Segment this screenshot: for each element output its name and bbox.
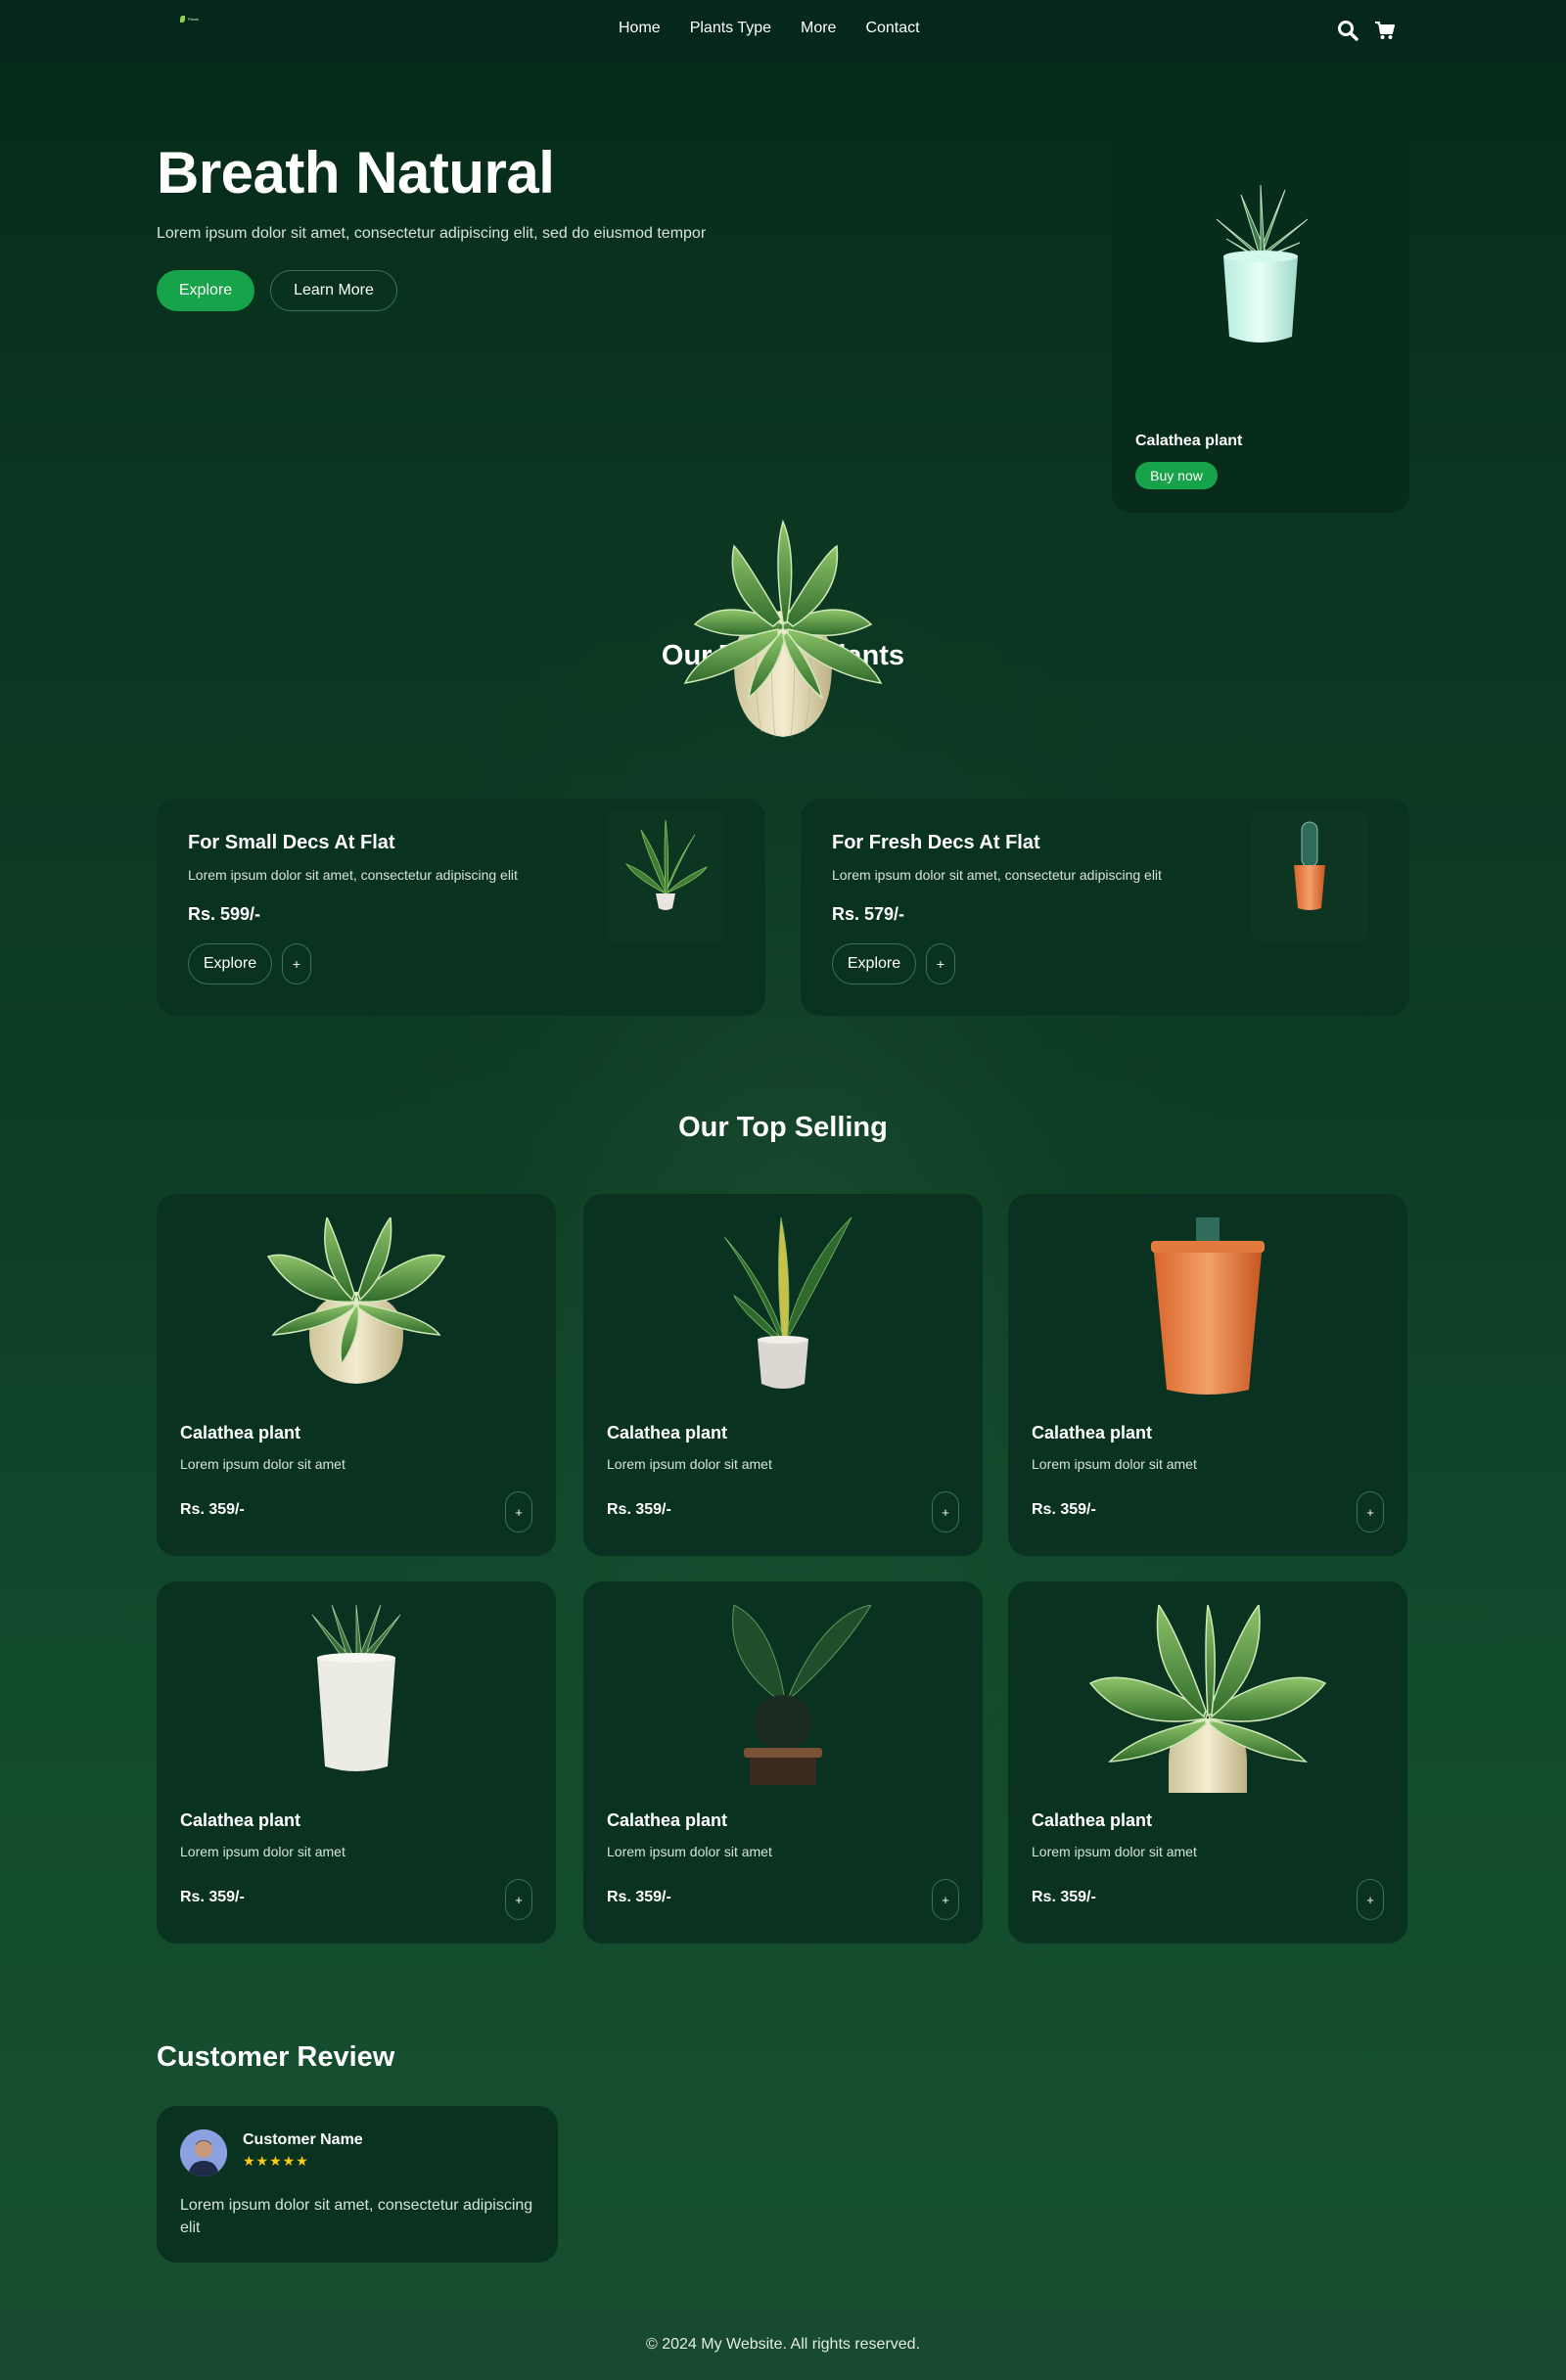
rating-stars: ★★★★★ — [243, 2153, 309, 2169]
product-desc: Lorem ipsum dolor sit amet — [607, 1456, 772, 1472]
product-price: Rs. 359/- — [180, 1501, 245, 1518]
trendy-explore-button[interactable]: Explore — [832, 943, 916, 984]
add-to-cart-button[interactable]: + — [932, 1879, 959, 1920]
product-card: Calathea plant Lorem ipsum dolor sit ame… — [583, 1194, 983, 1556]
product-image — [1032, 1605, 1384, 1793]
product-card: Calathea plant Lorem ipsum dolor sit ame… — [1008, 1194, 1407, 1556]
leaf-icon — [180, 16, 185, 23]
center-plant-image — [683, 519, 883, 738]
review-text: Lorem ipsum dolor sit amet, consectetur … — [180, 2197, 533, 2236]
buy-now-button[interactable]: Buy now — [1135, 462, 1218, 489]
hero-title: Breath Natural — [157, 140, 555, 206]
logo-text: Plants — [188, 17, 200, 22]
product-desc: Lorem ipsum dolor sit amet — [180, 1456, 345, 1472]
trendy-card-title: For Small Decs At Flat — [188, 832, 395, 853]
trendy-card-title: For Fresh Decs At Flat — [832, 832, 1040, 853]
product-price: Rs. 359/- — [1032, 1889, 1096, 1905]
product-name: Calathea plant — [607, 1810, 728, 1830]
nav-links: Home Plants Type More Contact — [619, 20, 920, 37]
product-desc: Lorem ipsum dolor sit amet — [180, 1844, 345, 1859]
nav-icons — [1337, 20, 1396, 41]
cart-icon[interactable] — [1374, 20, 1396, 41]
product-image — [607, 1217, 959, 1405]
trendy-card-image — [1251, 810, 1368, 942]
product-price: Rs. 359/- — [1032, 1501, 1096, 1518]
review-section-title: Customer Review — [157, 2041, 395, 2073]
product-price: Rs. 359/- — [607, 1889, 671, 1905]
product-desc: Lorem ipsum dolor sit amet — [1032, 1456, 1197, 1472]
product-desc: Lorem ipsum dolor sit amet — [1032, 1844, 1197, 1859]
hero-subtitle: Lorem ipsum dolor sit amet, consectetur … — [157, 225, 707, 242]
trendy-explore-button[interactable]: Explore — [188, 943, 272, 984]
product-image — [607, 1605, 959, 1793]
add-to-cart-button[interactable]: + — [1357, 1491, 1384, 1533]
trendy-card-price: Rs. 599/- — [188, 904, 261, 924]
product-name: Calathea plant — [180, 1810, 301, 1830]
product-card: Calathea plant Lorem ipsum dolor sit ame… — [583, 1581, 983, 1944]
trendy-add-button[interactable]: + — [926, 943, 955, 984]
footer-copyright: © 2024 My Website. All rights reserved. — [645, 2336, 921, 2353]
featured-plant-card: Calathea plant Buy now — [1112, 141, 1409, 513]
product-price: Rs. 359/- — [180, 1889, 245, 1905]
trendy-card-price: Rs. 579/- — [832, 904, 905, 924]
plant-image — [1216, 184, 1309, 343]
product-name: Calathea plant — [1032, 1810, 1153, 1830]
footer: © 2024 My Website. All rights reserved. — [0, 2310, 1566, 2380]
nav-link-home[interactable]: Home — [619, 20, 661, 37]
top-selling-title: Our Top Selling — [678, 1112, 888, 1143]
nav-link-more[interactable]: More — [801, 20, 836, 37]
search-icon[interactable] — [1337, 20, 1359, 41]
trendy-card-desc: Lorem ipsum dolor sit amet, consectetur … — [832, 867, 1162, 883]
trendy-card-desc: Lorem ipsum dolor sit amet, consectetur … — [188, 867, 518, 883]
add-to-cart-button[interactable]: + — [1357, 1879, 1384, 1920]
nav-link-plants-type[interactable]: Plants Type — [690, 20, 771, 37]
reviewer-name: Customer Name — [243, 2131, 363, 2148]
explore-button[interactable]: Explore — [157, 270, 254, 311]
trendy-card-image — [607, 810, 724, 942]
product-name: Calathea plant — [180, 1423, 301, 1442]
product-name: Calathea plant — [1032, 1423, 1153, 1442]
product-image — [1032, 1217, 1384, 1405]
product-card: Calathea plant Lorem ipsum dolor sit ame… — [1008, 1581, 1407, 1944]
add-to-cart-button[interactable]: + — [505, 1879, 532, 1920]
product-desc: Lorem ipsum dolor sit amet — [607, 1844, 772, 1859]
product-name: Calathea plant — [607, 1423, 728, 1442]
add-to-cart-button[interactable]: + — [505, 1491, 532, 1533]
logo[interactable]: Plants — [180, 16, 199, 23]
learn-more-button[interactable]: Learn More — [270, 270, 397, 311]
product-image — [180, 1605, 532, 1793]
add-to-cart-button[interactable]: + — [932, 1491, 959, 1533]
navbar: Plants Home Plants Type More Contact — [0, 0, 1566, 63]
featured-plant-name: Calathea plant — [1135, 433, 1243, 449]
avatar — [180, 2129, 227, 2176]
product-card: Calathea plant Lorem ipsum dolor sit ame… — [157, 1194, 556, 1556]
product-image — [180, 1217, 532, 1405]
product-price: Rs. 359/- — [607, 1501, 671, 1518]
trendy-card-small-decs: For Small Decs At Flat Lorem ipsum dolor… — [157, 799, 765, 1016]
nav-link-contact[interactable]: Contact — [865, 20, 919, 37]
trendy-add-button[interactable]: + — [282, 943, 311, 984]
review-card: Customer Name ★★★★★ Lorem ipsum dolor si… — [157, 2106, 558, 2263]
product-card: Calathea plant Lorem ipsum dolor sit ame… — [157, 1581, 556, 1944]
trendy-card-fresh-decs: For Fresh Decs At Flat Lorem ipsum dolor… — [801, 799, 1409, 1016]
